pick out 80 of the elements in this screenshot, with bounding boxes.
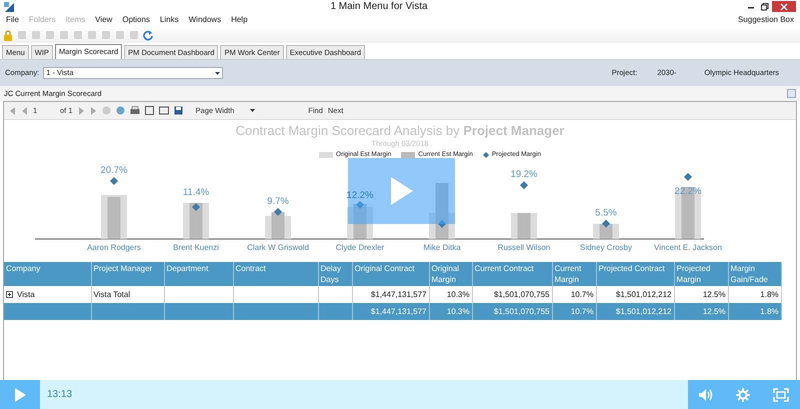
diamond-marker [520,181,528,190]
table-cell: 10.7% [552,303,596,320]
close-button[interactable] [772,1,796,12]
value-label: 11.4% [182,186,210,198]
column-header: Original Contract [352,262,429,286]
next-page-icon[interactable] [78,106,85,114]
value-label: 19.2% [510,169,538,180]
table-cell: $1,501,012,212 [596,303,674,320]
diamond-marker [602,220,610,228]
restore-icon [761,2,769,10]
column-header: Current Margin [552,262,596,286]
table-cell: 12.5% [674,303,728,320]
column-header: Department [164,262,233,286]
axis-label: Russell Wilson [498,243,550,252]
dropdown-caret-icon [215,72,220,74]
column-header: Delay Days [318,262,352,286]
previous-page-icon[interactable] [21,106,28,114]
diamond-marker [438,220,446,228]
column-header: Contract [233,262,318,286]
table-cell: 1.8% [728,303,781,320]
window-title: 1 Main Menu for Vista [329,0,429,14]
table-cell: Vista [17,288,35,300]
play-icon [390,177,412,205]
menu-item[interactable]: Windows [188,14,222,26]
app-logo-icon [4,2,14,12]
suggestion-box-link[interactable]: Suggestion Box [738,14,794,26]
video-play-button[interactable] [348,158,455,224]
close-icon [780,2,788,10]
value-label: 9.7% [267,196,289,207]
lock-icon[interactable] [3,30,13,40]
expand-icon[interactable] [6,291,13,298]
menu-item[interactable]: Links [160,14,179,26]
dropdown-caret-icon [250,109,256,112]
column-header: Margin Gain/Fade [728,262,781,286]
diamond-marker [192,203,200,212]
column-header: Project Manager [91,262,164,286]
axis-label: Clyde Drexler [336,243,384,252]
settings-icon[interactable] [736,388,750,402]
report-title: Contract Margin Scorecard Analysis by Project Manager [234,123,566,138]
column-header: Original Margin [429,262,472,286]
axis-label: Mike Ditka [423,243,461,252]
diamond-marker [274,208,282,216]
play-button[interactable] [0,380,40,409]
volume-icon[interactable] [699,388,714,402]
refresh-report-icon[interactable] [116,106,125,115]
axis-label: Brent Kuenzi [173,243,219,252]
minimize-icon [748,4,754,9]
value-label: 20.7% [100,165,128,176]
page-layout-icon[interactable] [144,106,154,115]
menu-item[interactable]: File [6,14,19,26]
axis-label: Clark W Griswold [247,243,309,252]
menu-item[interactable]: Help [231,14,248,26]
axis-label: Aaron Rodgers [87,243,141,252]
value-label: 22.2% [674,186,702,197]
last-page-icon[interactable] [90,106,97,114]
refresh-icon[interactable] [143,30,154,40]
diamond-marker [356,200,364,209]
column-header: Company [4,262,91,286]
fullscreen-icon[interactable] [772,388,789,402]
table-cell: $1,447,131,577 [352,303,429,320]
print-icon[interactable] [130,106,140,115]
save-icon[interactable] [174,106,183,115]
table-cell: 10.3% [429,303,472,320]
axis-label: Sidney Crosby [580,243,632,252]
value-label: 5.5% [595,208,617,219]
expand-panel-icon[interactable] [787,89,796,98]
menu-item[interactable]: View [95,14,112,26]
page-setup-icon[interactable] [158,106,169,115]
table-cell: $1,501,070,755 [472,303,552,320]
stop-icon[interactable] [102,106,111,115]
diamond-marker [684,172,692,181]
play-icon [14,388,26,402]
first-page-icon[interactable] [9,106,16,114]
column-header: Current Contract [472,262,552,286]
diamond-marker [110,177,118,186]
column-header: Projected Margin [674,262,728,286]
axis-label: Vincent E. Jackson [654,243,722,252]
video-time: 13:13 [46,388,74,402]
column-header: Projected Contract [596,262,674,286]
menu-item[interactable]: Options [122,14,150,26]
